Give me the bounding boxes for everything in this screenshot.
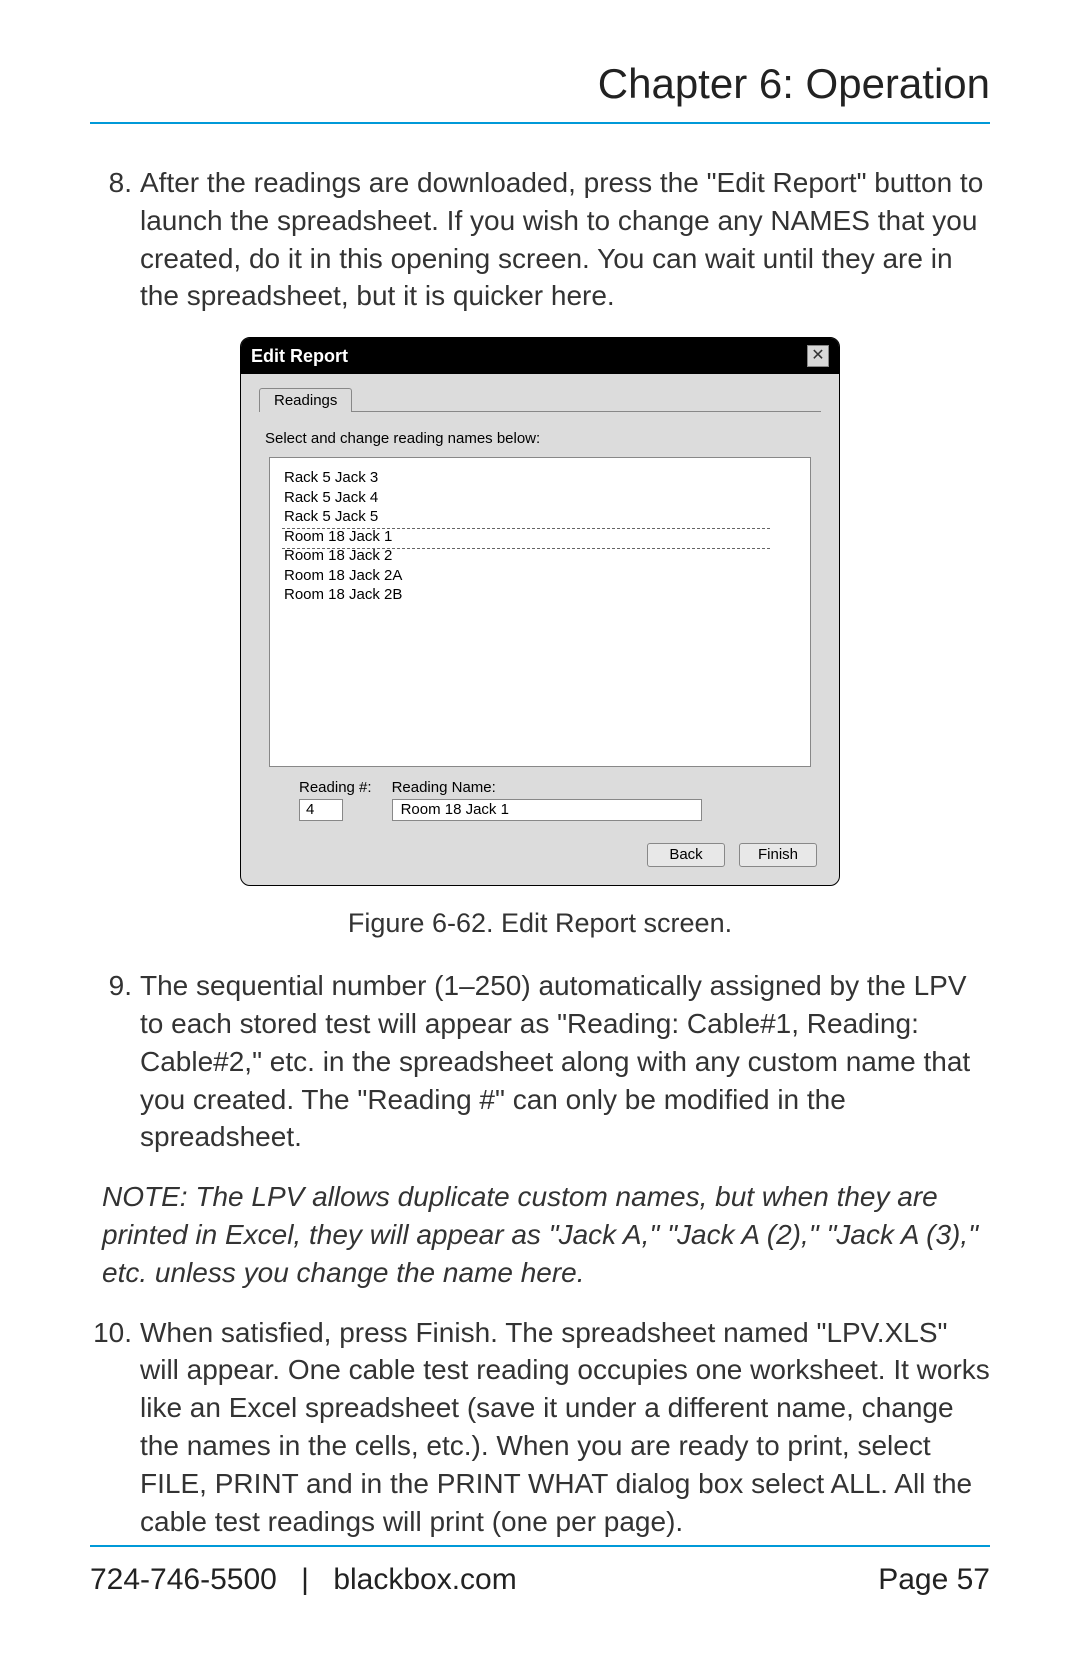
- list-item[interactable]: Room 18 Jack 2A: [284, 566, 796, 586]
- list-item[interactable]: Rack 5 Jack 5: [284, 507, 796, 527]
- note-label: NOTE:: [102, 1181, 188, 1212]
- footer-separator: |: [301, 1563, 309, 1596]
- step-8: 8. After the readings are downloaded, pr…: [90, 164, 990, 315]
- note-block: NOTE: The LPV allows duplicate custom na…: [90, 1178, 990, 1291]
- step-number: 9.: [90, 967, 132, 1156]
- reading-name-input[interactable]: Room 18 Jack 1: [392, 799, 702, 821]
- note-text: The LPV allows duplicate custom names, b…: [102, 1181, 978, 1288]
- list-item[interactable]: Room 18 Jack 2B: [284, 585, 796, 605]
- reading-number-label: Reading #:: [299, 779, 372, 796]
- back-button[interactable]: Back: [647, 843, 725, 867]
- chapter-title: Chapter 6: Operation: [90, 60, 990, 124]
- dialog-titlebar: Edit Report ✕: [241, 338, 839, 374]
- finish-button[interactable]: Finish: [739, 843, 817, 867]
- step-10: 10. When satisfied, press Finish. The sp…: [90, 1314, 990, 1541]
- page-number: Page 57: [878, 1563, 990, 1597]
- readings-listbox[interactable]: Rack 5 Jack 3 Rack 5 Jack 4 Rack 5 Jack …: [269, 457, 811, 767]
- step-number: 10.: [90, 1314, 132, 1541]
- selection-marker-top: [282, 528, 770, 529]
- list-item[interactable]: Rack 5 Jack 3: [284, 468, 796, 488]
- close-icon[interactable]: ✕: [807, 345, 829, 367]
- footer-site: blackbox.com: [333, 1563, 516, 1596]
- reading-number-input[interactable]: 4: [299, 799, 343, 821]
- dialog-instruction: Select and change reading names below:: [265, 430, 821, 447]
- step-text: The sequential number (1–250) automatica…: [140, 967, 990, 1156]
- edit-report-dialog: Edit Report ✕ Readings Select and change…: [240, 337, 840, 886]
- dialog-title: Edit Report: [251, 346, 348, 367]
- list-item[interactable]: Room 18 Jack 1: [284, 527, 796, 547]
- step-number: 8.: [90, 164, 132, 315]
- step-text: After the readings are downloaded, press…: [140, 164, 990, 315]
- tab-readings[interactable]: Readings: [259, 388, 352, 412]
- page-footer: 724-746-5500 | blackbox.com Page 57: [90, 1545, 990, 1597]
- edit-report-figure: Edit Report ✕ Readings Select and change…: [90, 337, 990, 886]
- list-item[interactable]: Rack 5 Jack 4: [284, 488, 796, 508]
- reading-name-label: Reading Name:: [392, 779, 702, 796]
- step-text: When satisfied, press Finish. The spread…: [140, 1314, 990, 1541]
- step-9: 9. The sequential number (1–250) automat…: [90, 967, 990, 1156]
- selection-marker-bottom: [282, 548, 770, 549]
- figure-caption: Figure 6-62. Edit Report screen.: [90, 908, 990, 939]
- footer-phone: 724-746-5500: [90, 1563, 277, 1596]
